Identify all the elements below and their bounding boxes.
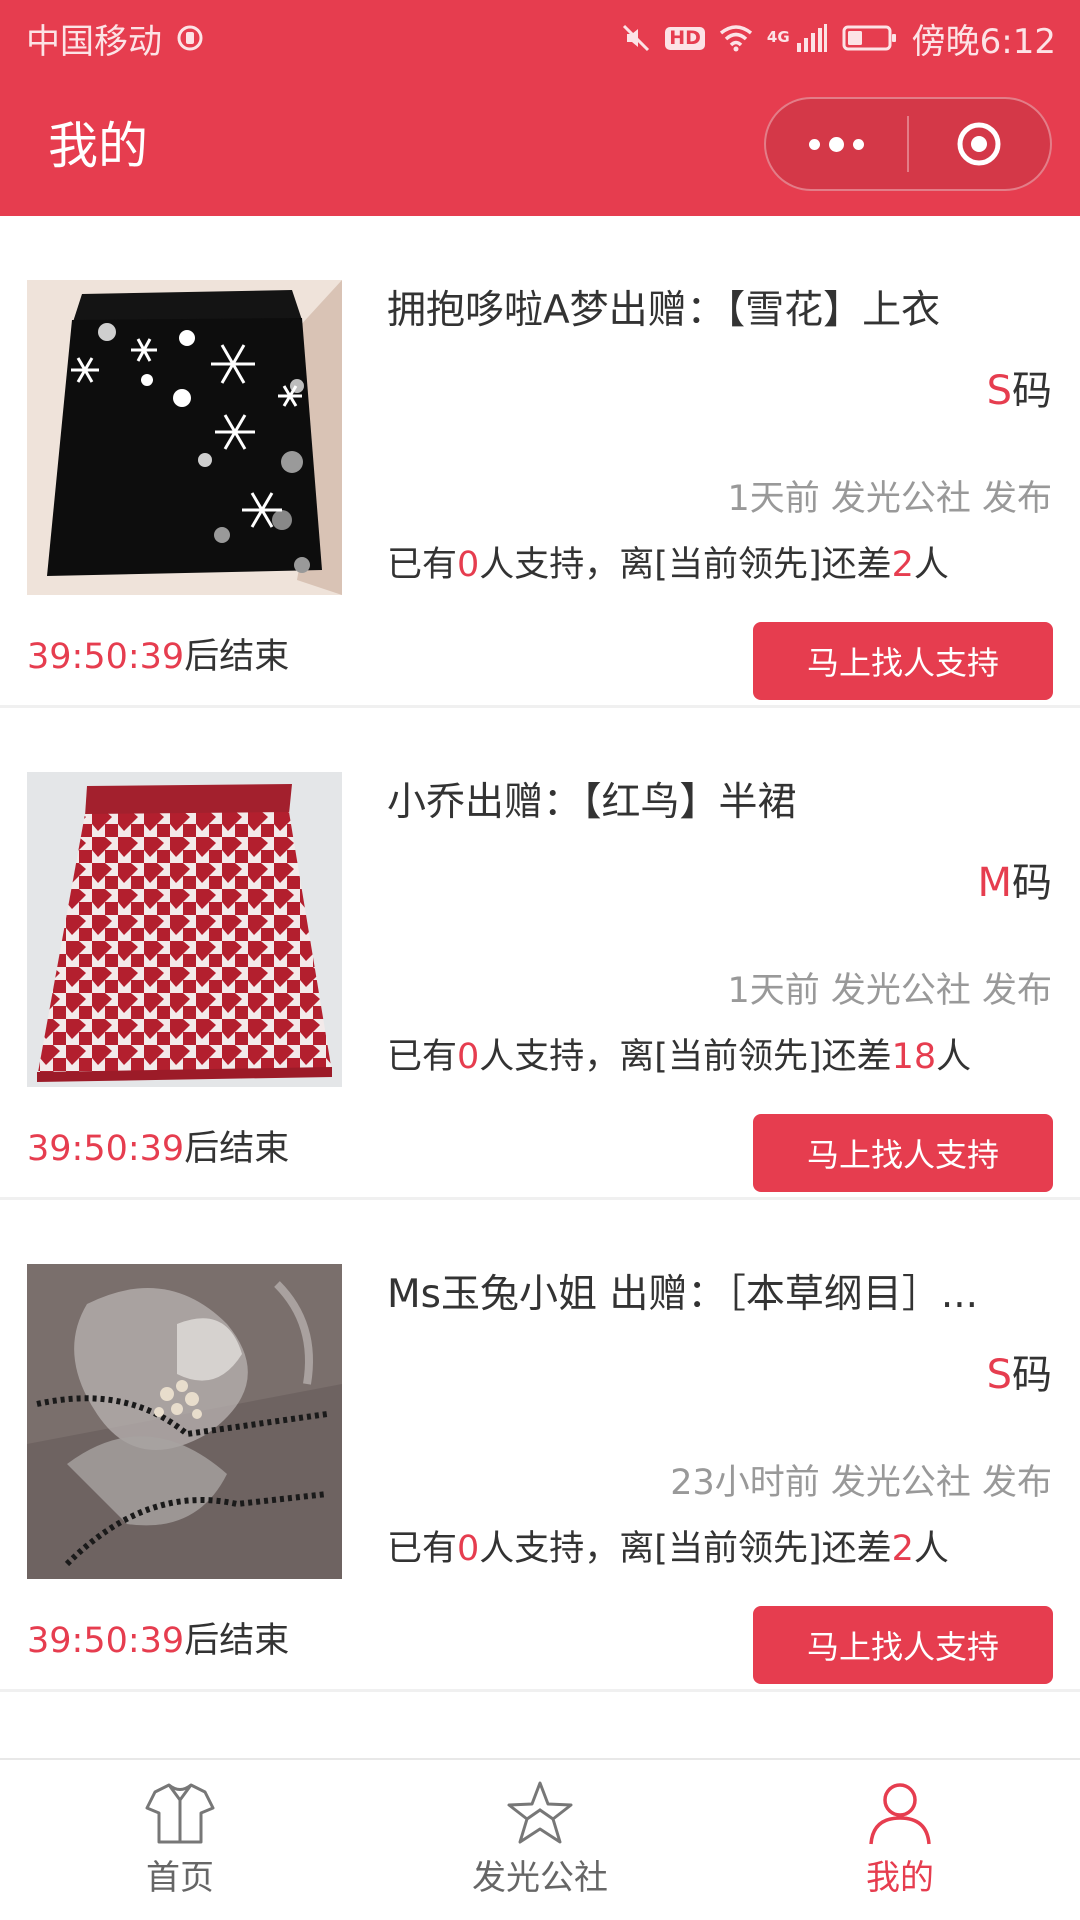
signal-badge-icon [176, 24, 204, 52]
item-image[interactable] [27, 772, 342, 1087]
find-support-button[interactable]: 马上找人支持 [753, 622, 1053, 700]
mini-program-capsule [764, 97, 1052, 191]
support-gap: 18 [891, 1037, 937, 1077]
list-item[interactable]: 小乔出赠：【红鸟】半裙 M码 1天前 发光公社 发布 已有0人支持，离[当前领先… [0, 708, 1080, 1200]
countdown-timer: 39:50:39 [27, 1621, 185, 1661]
support-count: 0 [457, 1529, 480, 1569]
item-image[interactable] [27, 1264, 342, 1579]
list-item[interactable]: 拥抱哆啦A梦出赠：【雪花】上衣 S码 1天前 发光公社 发布 已有0人支持，离[… [0, 216, 1080, 708]
more-button[interactable] [766, 99, 907, 189]
size-suffix: 码 [1012, 368, 1052, 414]
posted-info: 1天前 发光公社 发布 [727, 971, 1052, 1011]
clock: 傍晚6:12 [911, 21, 1056, 62]
support-status: 已有0人支持，离[当前领先]还差18人 [387, 1037, 972, 1077]
countdown: 39:50:39后结束 [27, 637, 290, 677]
target-circle-icon [957, 122, 1001, 166]
title-bar: 我的 [0, 76, 1080, 216]
size-letter: S [986, 1352, 1012, 1398]
countdown-timer: 39:50:39 [27, 1129, 185, 1169]
shirt-icon [145, 1783, 215, 1844]
gift-list: 拥抱哆啦A梦出赠：【雪花】上衣 S码 1天前 发光公社 发布 已有0人支持，离[… [0, 216, 1080, 1692]
countdown: 39:50:39后结束 [27, 1621, 290, 1661]
support-status: 已有0人支持，离[当前领先]还差2人 [387, 1529, 949, 1569]
hd-badge: HD [665, 26, 705, 50]
item-title[interactable]: 小乔出赠：【红鸟】半裙 [387, 778, 1053, 828]
posted-info: 23小时前 发光公社 发布 [670, 1463, 1052, 1503]
countdown-timer: 39:50:39 [27, 637, 185, 677]
page-title: 我的 [48, 117, 148, 175]
support-status: 已有0人支持，离[当前领先]还差2人 [387, 545, 949, 585]
tab-label: 发光公社 [472, 1858, 608, 1898]
list-item[interactable]: Ms玉兔小姐 出赠：［本草纲目］... S码 23小时前 发光公社 发布 已有0… [0, 1200, 1080, 1692]
person-icon [869, 1783, 931, 1845]
support-count: 0 [457, 545, 480, 585]
item-image[interactable] [27, 280, 342, 595]
size-suffix: 码 [1012, 1352, 1052, 1398]
support-gap: 2 [891, 545, 914, 585]
item-title[interactable]: Ms玉兔小姐 出赠：［本草纲目］... [387, 1270, 1053, 1320]
status-bar: 中国移动 HD 4G 傍晚6:12 [0, 0, 1080, 76]
size-suffix: 码 [1012, 860, 1052, 906]
item-size: M码 [977, 858, 1052, 908]
tab-home[interactable]: 首页 [0, 1760, 360, 1920]
size-letter: M [977, 860, 1012, 906]
support-count: 0 [457, 1037, 480, 1077]
size-letter: S [986, 368, 1012, 414]
tab-mine[interactable]: 我的 [720, 1760, 1080, 1920]
find-support-button[interactable]: 马上找人支持 [753, 1114, 1053, 1192]
support-gap: 2 [891, 1529, 914, 1569]
network-type: 4G [766, 27, 790, 46]
countdown: 39:50:39后结束 [27, 1129, 290, 1169]
carrier-name: 中国移动 [26, 21, 162, 62]
close-miniprogram-button[interactable] [909, 99, 1050, 189]
tab-label: 我的 [866, 1858, 934, 1898]
tab-community[interactable]: 发光公社 [360, 1760, 720, 1920]
star-icon [507, 1781, 573, 1844]
mute-icon [621, 23, 651, 53]
find-support-button[interactable]: 马上找人支持 [753, 1606, 1053, 1684]
item-title[interactable]: 拥抱哆啦A梦出赠：【雪花】上衣 [387, 286, 1053, 336]
more-dots-icon [809, 136, 864, 152]
cell-signal-icon [796, 23, 828, 53]
wifi-icon [719, 24, 753, 52]
tab-label: 首页 [146, 1858, 214, 1898]
item-size: S码 [987, 366, 1052, 416]
posted-info: 1天前 发光公社 发布 [727, 479, 1052, 519]
bottom-tab-bar: 首页 发光公社 我的 [0, 1758, 1080, 1920]
battery-icon [842, 24, 898, 52]
item-size: S码 [987, 1350, 1052, 1400]
